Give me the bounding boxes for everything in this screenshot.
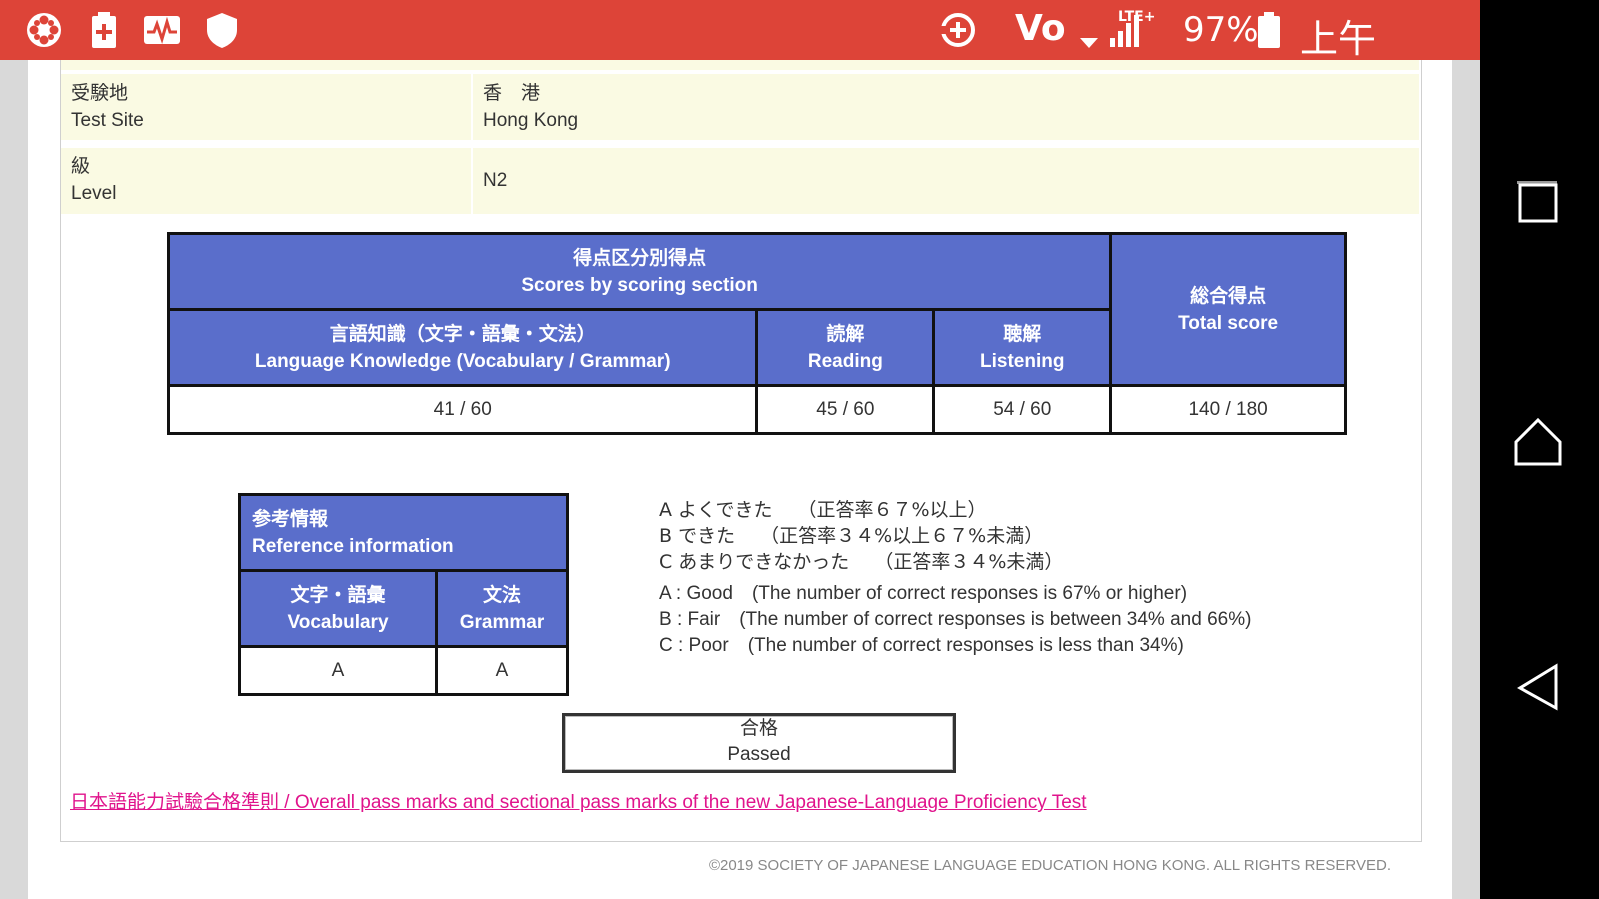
wifi-arrow-icon: [1080, 38, 1098, 48]
vocabulary-grade: A: [238, 645, 438, 696]
language-knowledge-header: 言語知識（文字・語彙・文法） Language Knowledge (Vocab…: [166, 308, 759, 387]
legend-jp-b: B できた （正答率３４%以上６７%未満）: [659, 525, 1044, 547]
battery-plus-icon: [92, 12, 116, 48]
reading-score: 45 / 60: [755, 384, 936, 435]
shield-icon: [207, 13, 237, 48]
listening-score: 54 / 60: [932, 384, 1113, 435]
info-row-level: 級 Level N2: [61, 148, 1419, 214]
test-site-value: 香 港 Hong Kong: [471, 74, 1419, 140]
battery-icon: [1258, 12, 1280, 48]
vocabulary-header: 文字・語彙 Vocabulary: [238, 569, 438, 648]
signal-icon: [1110, 15, 1139, 47]
reference-header: 参考情報 Reference information: [238, 493, 569, 572]
battery-percent: 97%: [1183, 10, 1259, 50]
page-content: 受験地 Test Site 香 港 Hong Kong 級 Level N2 得…: [28, 60, 1452, 899]
film-reel-icon: [27, 13, 61, 47]
reference-table: 参考情報 Reference information 文字・語彙 Vocabul…: [238, 493, 569, 696]
pass-result-badge: 合格 Passed: [562, 713, 956, 773]
status-bar: Vo LTE+ 97% 上午11:44: [0, 0, 1480, 107]
sync-plus-icon: [940, 13, 975, 47]
legend-jp-a: A よくできた （正答率６７%以上）: [659, 499, 987, 521]
legend-en-a: A : Good (The number of correct response…: [659, 583, 1188, 604]
test-site-label: 受験地 Test Site: [71, 83, 144, 131]
web-page: 受験地 Test Site 香 港 Hong Kong 級 Level N2 得…: [0, 60, 1480, 899]
language-knowledge-score: 41 / 60: [166, 384, 759, 435]
info-row-test-site: 受験地 Test Site 香 港 Hong Kong: [61, 74, 1419, 140]
score-table: 得点区分別得点 Scores by scoring section 総合得点 T…: [166, 232, 1347, 435]
result-card: 受験地 Test Site 香 港 Hong Kong 級 Level N2 得…: [60, 60, 1422, 842]
back-icon[interactable]: [1498, 646, 1578, 726]
recents-icon[interactable]: [1498, 163, 1578, 243]
legend-en-c: C : Poor (The number of correct response…: [659, 635, 1184, 656]
level-label: 級 Level: [71, 156, 117, 204]
pulse-chart-icon: [144, 16, 180, 45]
volte-label: Vo: [1015, 8, 1066, 49]
legend-jp-c: C あまりできなかった （正答率３４%未満）: [659, 551, 1064, 573]
grade-legend-en: A : Good (The number of correct response…: [659, 581, 1259, 659]
level-value: N2: [471, 148, 1419, 214]
section-scores-header: 得点区分別得点 Scores by scoring section: [166, 232, 1113, 311]
total-score-header: 総合得点 Total score: [1109, 232, 1347, 387]
home-icon[interactable]: [1498, 402, 1578, 482]
grade-legend-jp: A よくできた （正答率６７%以上） B できた （正答率３４%以上６７%未満）…: [659, 497, 1063, 575]
copyright-footer: ©2019 SOCIETY OF JAPANESE LANGUAGE EDUCA…: [708, 857, 1391, 874]
total-score: 140 / 180: [1109, 384, 1347, 435]
navigation-bar: [1480, 0, 1599, 899]
listening-header: 聴解 Listening: [932, 308, 1113, 387]
reading-header: 読解 Reading: [755, 308, 936, 387]
grammar-grade: A: [435, 645, 569, 696]
grammar-header: 文法 Grammar: [435, 569, 569, 648]
info-row-partial: [61, 60, 1419, 70]
pass-marks-link[interactable]: 日本語能力試驗合格準則 / Overall pass marks and sec…: [70, 787, 1087, 814]
legend-en-b: B : Fair (The number of correct response…: [659, 609, 1252, 630]
